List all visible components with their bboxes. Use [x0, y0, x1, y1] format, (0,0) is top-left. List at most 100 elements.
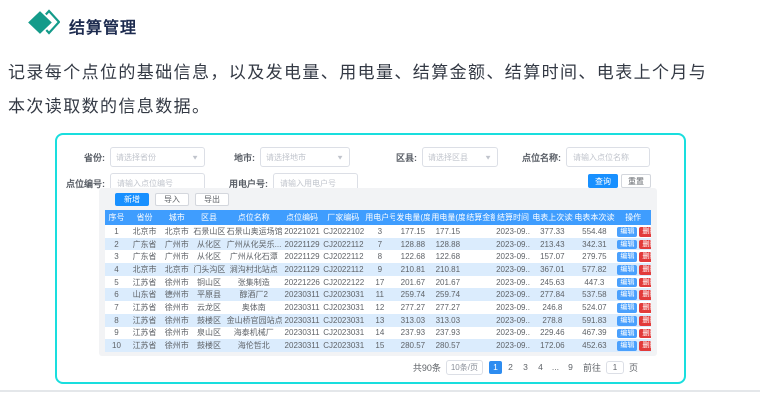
export-button[interactable]: 导出 [195, 193, 229, 206]
table-cell: 213.43 [531, 238, 573, 251]
delete-button[interactable]: 删除 [639, 341, 651, 351]
edit-button[interactable]: 编辑 [617, 329, 637, 339]
table-cell [465, 263, 494, 276]
delete-button[interactable]: 删除 [639, 227, 651, 237]
table-cell: 245.63 [531, 276, 573, 289]
search-button[interactable]: 查询 [588, 174, 618, 188]
table-cell: 9 [364, 263, 395, 276]
table-cell: 259.74 [395, 288, 430, 301]
actions-cell: 编辑删除 [615, 301, 651, 314]
edit-button[interactable]: 编辑 [617, 316, 637, 326]
table-row: 1北京市北京市石景山区石景山奥运场馆20221021CJ202210213177… [105, 225, 651, 238]
table-cell: 石景山区 [192, 225, 225, 238]
table-cell: 徐州市 [161, 301, 192, 314]
edit-button[interactable]: 编辑 [617, 341, 637, 351]
table-cell: 德州市 [161, 288, 192, 301]
delete-button[interactable]: 删除 [639, 252, 651, 262]
table-cell: 江苏省 [128, 314, 161, 327]
table-cell: 210.81 [395, 263, 430, 276]
table-cell: 平原县 [192, 288, 225, 301]
table-cell: 海泰机械厂 [226, 327, 282, 340]
table-cell: 12 [364, 301, 395, 314]
edit-button[interactable]: 编辑 [617, 290, 637, 300]
actions-cell: 编辑删除 [615, 238, 651, 251]
import-button[interactable]: 导入 [155, 193, 189, 206]
table-cell: 江苏省 [128, 301, 161, 314]
province-placeholder: 请选择省份 [116, 152, 156, 163]
page-title: 结算管理 [69, 14, 137, 38]
table-cell: 涧沟村北站点 [226, 263, 282, 276]
column-header: 电表上次读数 [531, 210, 573, 225]
column-header: 电表本次读数 [573, 210, 615, 225]
delete-button[interactable]: 删除 [639, 290, 651, 300]
district-select[interactable]: 请选择区县 ▼ [422, 147, 498, 167]
goto-page-input[interactable] [606, 361, 624, 374]
page-button[interactable]: 9 [564, 361, 577, 374]
column-header: 序号 [105, 210, 128, 225]
district-placeholder: 请选择区县 [428, 152, 468, 163]
table-cell: 452.63 [573, 339, 615, 352]
table-cell: 广东省 [128, 238, 161, 251]
column-header: 操作 [615, 210, 651, 225]
table-cell: 313.03 [430, 314, 465, 327]
column-header: 结算时间 [495, 210, 532, 225]
table-cell: 4 [105, 263, 128, 276]
table-cell: 13 [364, 314, 395, 327]
table-cell: 广州从化石潭 [226, 250, 282, 263]
delete-button[interactable]: 删除 [639, 316, 651, 326]
table-cell: 8 [364, 250, 395, 263]
reset-button[interactable]: 重置 [621, 174, 651, 188]
edit-button[interactable]: 编辑 [617, 303, 637, 313]
page-size-select[interactable]: 10条/页 [446, 360, 483, 375]
table-row: 3广东省广州市从化区广州从化石潭20221129CJ202211298122.6… [105, 250, 651, 263]
edit-button[interactable]: 编辑 [617, 278, 637, 288]
table-cell: 广东省 [128, 250, 161, 263]
table-cell: 246.8 [531, 301, 573, 314]
table-cell: 524.07 [573, 301, 615, 314]
page-button[interactable]: 3 [519, 361, 532, 374]
table-cell: 广州从化吴乐... [226, 238, 282, 251]
page-button[interactable]: 4 [534, 361, 547, 374]
delete-button[interactable]: 删除 [639, 278, 651, 288]
goto-suffix-label: 页 [629, 361, 638, 374]
delete-button[interactable]: 删除 [639, 240, 651, 250]
table-cell: 江苏省 [128, 276, 161, 289]
table-cell: 北京市 [161, 263, 192, 276]
table-cell: 从化区 [192, 250, 225, 263]
table-cell: CJ20221129 [322, 238, 364, 251]
table-cell: 377.33 [531, 225, 573, 238]
edit-button[interactable]: 编辑 [617, 227, 637, 237]
table-cell: 2023-09.. [495, 276, 532, 289]
table-cell: 20230311 [282, 288, 322, 301]
table-cell: CJ20221021 [322, 225, 364, 238]
table-row: 2广东省广州市从化区广州从化吴乐...20221129CJ20221129712… [105, 238, 651, 251]
page-button[interactable]: 1 [489, 361, 502, 374]
page-header: 结算管理 [28, 9, 137, 42]
edit-button[interactable]: 编辑 [617, 240, 637, 250]
actions-cell: 编辑删除 [615, 225, 651, 238]
table-cell: 门头沟区 [192, 263, 225, 276]
table-cell: 342.31 [573, 238, 615, 251]
city-select[interactable]: 请选择地市 ▼ [260, 147, 350, 167]
delete-button[interactable]: 删除 [639, 303, 651, 313]
table-cell: CJ20230311 [322, 327, 364, 340]
delete-button[interactable]: 删除 [639, 329, 651, 339]
pagination: 共90条 10条/页 1234...9 前往 页 [413, 360, 638, 375]
province-select[interactable]: 请选择省份 ▼ [110, 147, 205, 167]
table-cell: 广州市 [161, 238, 192, 251]
table-cell: 泉山区 [192, 327, 225, 340]
table-cell: 2023-09.. [495, 339, 532, 352]
total-count: 共90条 [413, 361, 441, 374]
edit-button[interactable]: 编辑 [617, 265, 637, 275]
point-name-input[interactable] [566, 147, 650, 167]
add-button[interactable]: 新增 [115, 193, 149, 206]
city-placeholder: 请选择地市 [266, 152, 306, 163]
table-cell: 2023-09.. [495, 225, 532, 238]
table-cell: 20221129 [282, 238, 322, 251]
delete-button[interactable]: 删除 [639, 265, 651, 275]
table-cell: 2023-09.. [495, 250, 532, 263]
table-cell [465, 225, 494, 238]
edit-button[interactable]: 编辑 [617, 252, 637, 262]
filter-point-name: 点位名称: [513, 147, 650, 167]
page-button[interactable]: 2 [504, 361, 517, 374]
